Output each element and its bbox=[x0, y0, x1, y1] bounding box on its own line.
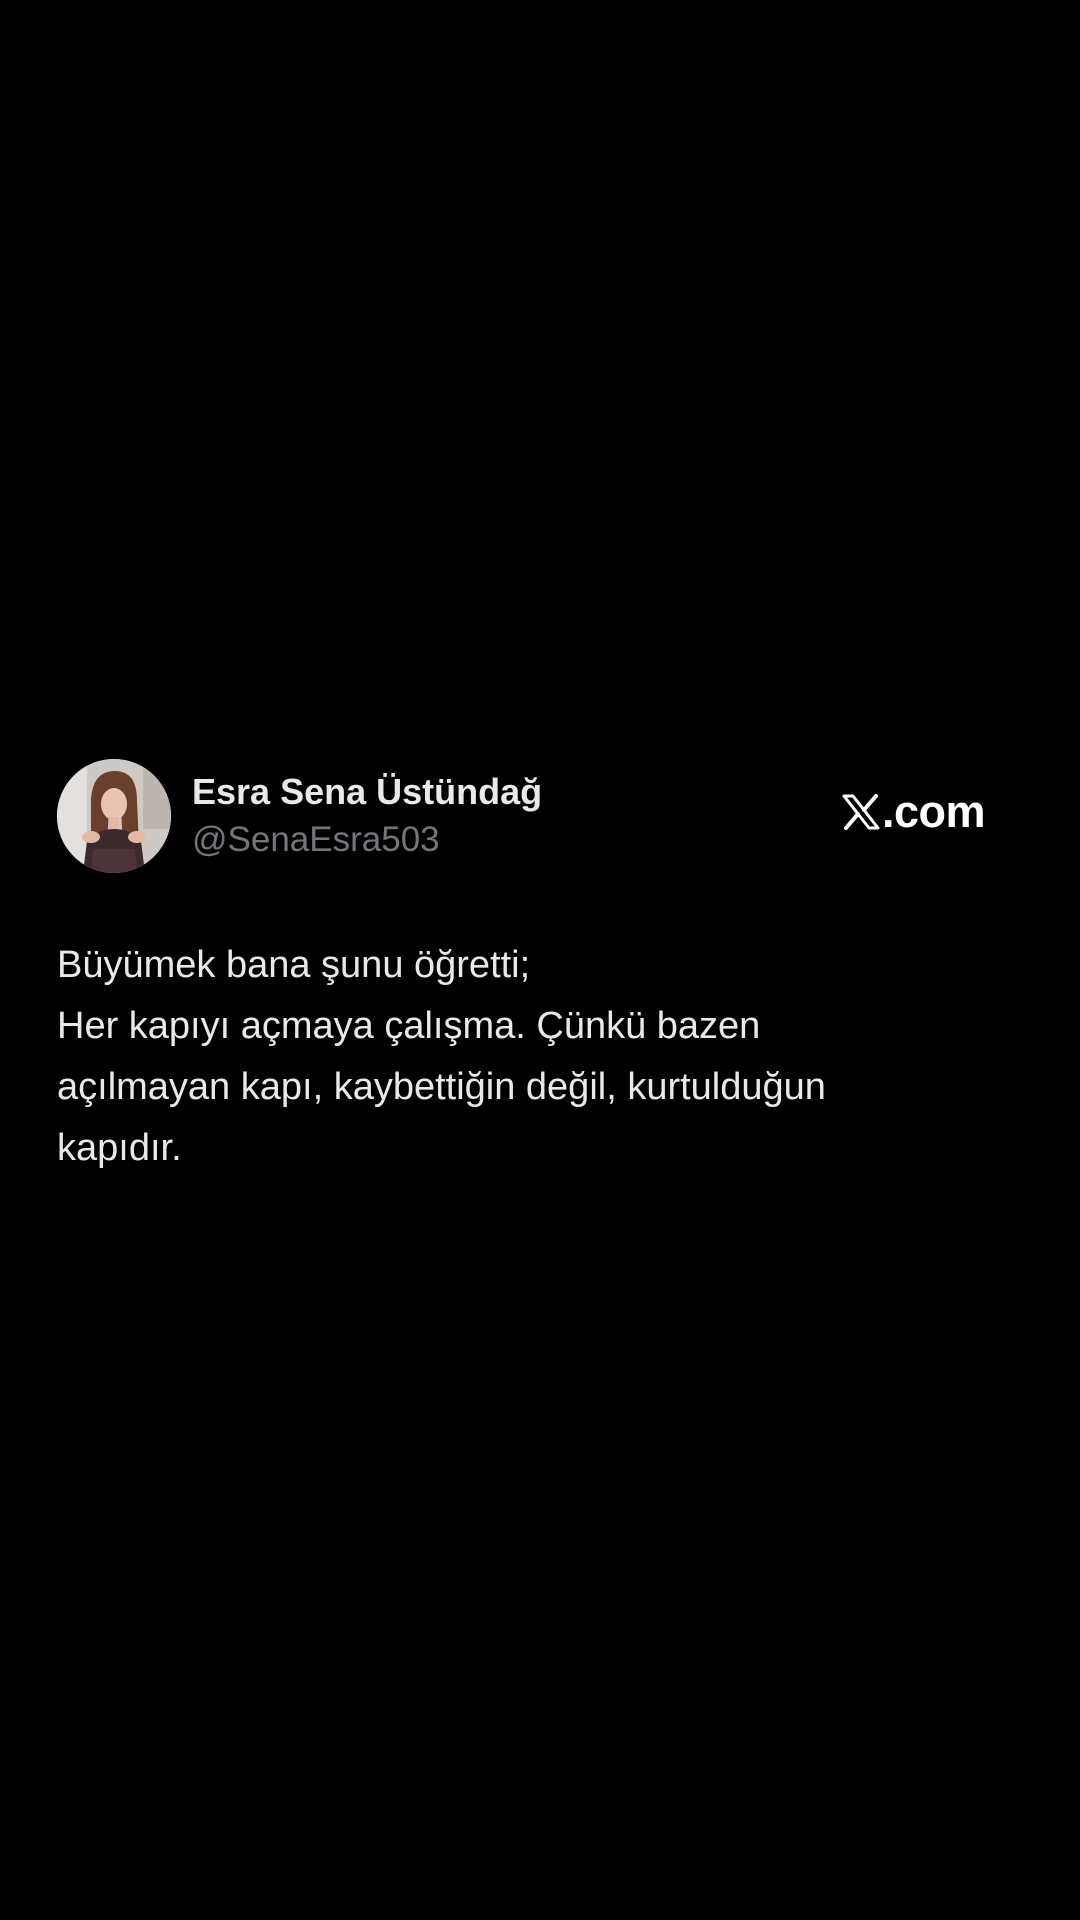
x-com-watermark: .com bbox=[842, 786, 986, 838]
x-logo-icon bbox=[842, 794, 880, 830]
tweet-text-line: Büyümek bana şunu öğretti; bbox=[57, 944, 531, 986]
tweet-card: Esra Sena Üstündağ @SenaEsra503 .com Büy… bbox=[0, 0, 1080, 1920]
tweet-text-line: açılmayan kapı, kaybettiğin değil, kurtu… bbox=[57, 1066, 826, 1108]
tweet-text-line: kapıdır. bbox=[57, 1127, 182, 1169]
avatar[interactable] bbox=[57, 759, 171, 873]
author-handle[interactable]: @SenaEsra503 bbox=[192, 818, 440, 862]
avatar-photo bbox=[57, 759, 171, 873]
author-display-name[interactable]: Esra Sena Üstündağ bbox=[192, 770, 542, 814]
tweet-text: Büyümek bana şunu öğretti; Her kapıyı aç… bbox=[57, 935, 1037, 1179]
tweet-text-line: Her kapıyı açmaya çalışma. Çünkü bazen bbox=[57, 1005, 761, 1047]
brand-domain-text: .com bbox=[882, 786, 986, 837]
